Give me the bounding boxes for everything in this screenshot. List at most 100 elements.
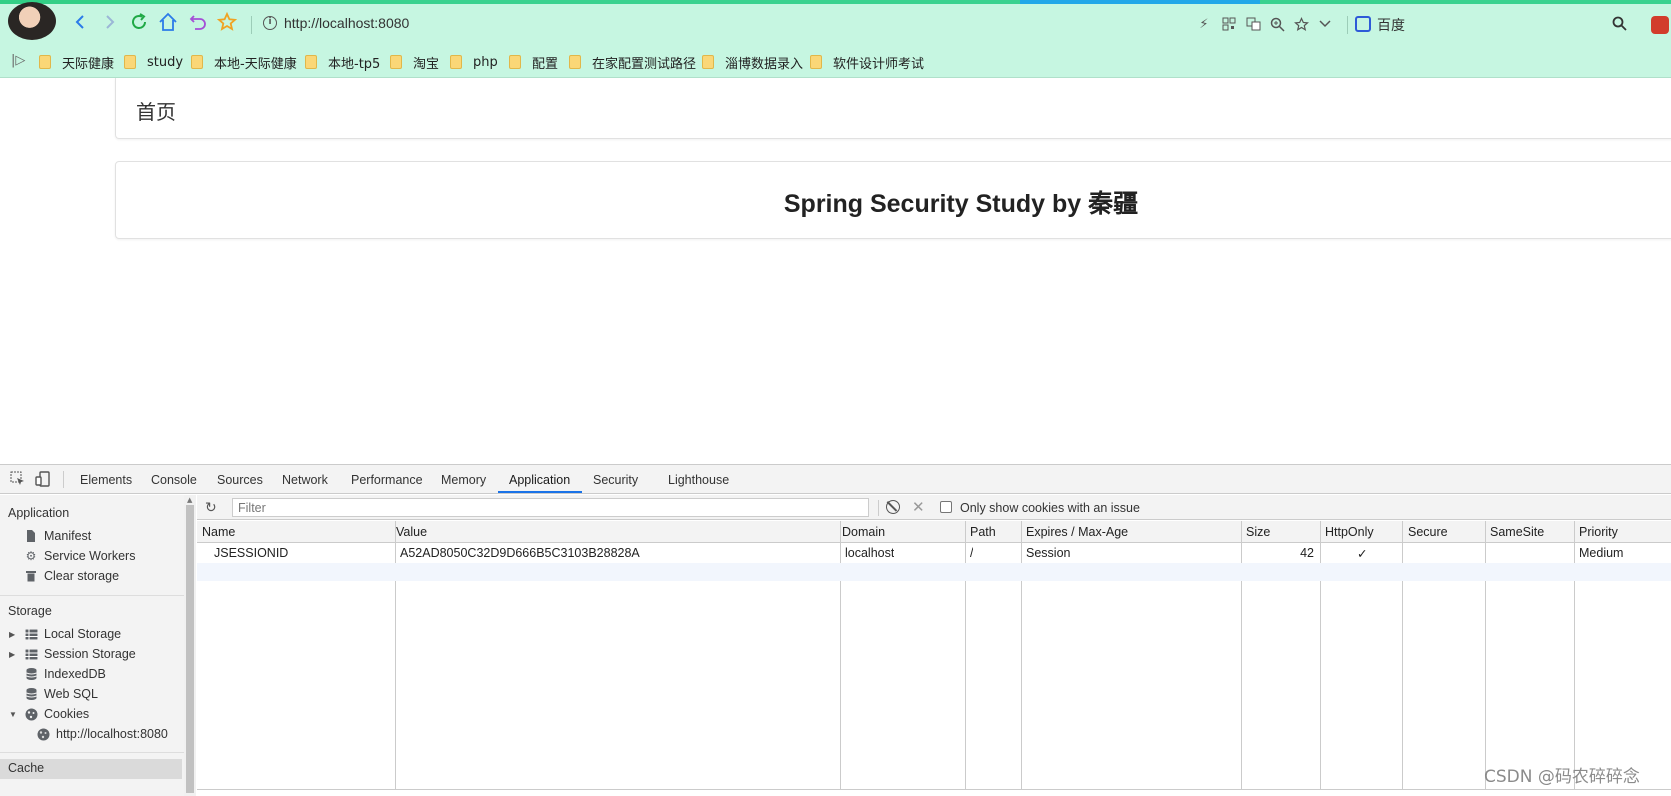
cookie-icon — [24, 707, 38, 721]
column-header-size[interactable]: Size — [1246, 525, 1270, 539]
page-content: 首页 Spring Security Study by 秦疆 — [0, 78, 1671, 464]
cookie-value-cell[interactable]: A52AD8050C32D9D666B5C3103B28828A — [400, 546, 640, 560]
folder-icon — [390, 55, 402, 69]
tab-sources[interactable]: Sources — [217, 473, 263, 487]
only-issues-checkbox[interactable] — [940, 501, 952, 513]
home-header-card: 首页 — [115, 78, 1671, 139]
bookmark-item[interactable]: 本地-天际健康 — [191, 53, 297, 72]
cookie-httponly-cell[interactable]: ✓ — [1357, 546, 1367, 561]
undo-close-icon[interactable] — [187, 11, 209, 33]
search-engine-name[interactable]: 百度 — [1377, 15, 1405, 35]
folder-icon — [305, 55, 317, 69]
home-icon[interactable] — [157, 11, 179, 33]
scrollbar-thumb[interactable] — [186, 505, 194, 793]
cookie-path-cell[interactable]: / — [970, 546, 973, 560]
database-icon — [24, 667, 38, 681]
sidebar-item-service-workers[interactable]: ⚙ Service Workers — [24, 547, 136, 565]
sidebar-item-manifest[interactable]: Manifest — [24, 527, 91, 545]
reload-icon[interactable] — [128, 11, 150, 33]
folder-icon — [124, 55, 136, 69]
bookmark-item[interactable]: 淄博数据录入 — [702, 53, 803, 72]
sidebar-item-indexeddb[interactable]: IndexedDB — [24, 665, 106, 683]
tab-console[interactable]: Console — [151, 473, 197, 487]
sidebar-item-local-storage[interactable]: ▶ Local Storage — [9, 625, 121, 643]
cookie-priority-cell[interactable]: Medium — [1579, 546, 1623, 560]
bookmark-item[interactable]: php — [450, 53, 498, 71]
column-header-priority[interactable]: Priority — [1579, 525, 1618, 539]
sidebar-item-cookies[interactable]: ▼ Cookies — [9, 705, 89, 723]
bookmark-item[interactable]: 在家配置测试路径 — [569, 53, 696, 72]
device-toolbar-icon[interactable] — [35, 471, 51, 487]
user-avatar[interactable] — [8, 2, 56, 40]
bookmark-item[interactable]: 软件设计师考试 — [810, 53, 924, 72]
database-icon — [24, 687, 38, 701]
collapse-arrow-icon[interactable]: ▼ — [9, 710, 17, 719]
cookie-expires-cell[interactable]: Session — [1026, 546, 1070, 560]
toolbar-divider — [63, 471, 64, 488]
chevron-down-icon[interactable] — [1316, 15, 1334, 33]
search-icon[interactable] — [1612, 16, 1627, 34]
watermark-text: CSDN @码农碎碎念 — [1484, 767, 1640, 787]
translate-icon[interactable] — [1244, 15, 1262, 33]
sidebar-scrollbar[interactable]: ▲ — [184, 495, 196, 796]
table-row[interactable]: JSESSIONID A52AD8050C32D9D666B5C3103B288… — [197, 543, 1671, 563]
bookmark-item[interactable]: study — [124, 53, 183, 71]
baidu-icon[interactable] — [1355, 16, 1371, 32]
column-header-value[interactable]: Value — [396, 525, 427, 539]
clear-all-cookies-icon[interactable] — [886, 500, 900, 514]
home-link[interactable]: 首页 — [136, 96, 176, 125]
column-header-samesite[interactable]: SameSite — [1490, 525, 1544, 539]
sidebar-item-cookie-origin[interactable]: http://localhost:8080 — [36, 725, 168, 743]
cookie-table-header: Name Value Domain Path Expires / Max-Age… — [197, 521, 1671, 543]
column-header-name[interactable]: Name — [202, 525, 235, 539]
bookmark-item[interactable]: 配置 — [509, 53, 558, 72]
devtools-panel: Elements Console Sources Network Perform… — [0, 464, 1671, 796]
cookie-filter-input[interactable] — [232, 498, 869, 517]
grid-icon — [24, 647, 38, 661]
expand-arrow-icon[interactable]: ▶ — [9, 630, 15, 639]
column-header-expires[interactable]: Expires / Max-Age — [1026, 525, 1128, 539]
tab-performance[interactable]: Performance — [351, 473, 423, 487]
tab-application[interactable]: Application — [509, 473, 570, 487]
forward-icon[interactable] — [99, 11, 121, 33]
column-header-domain[interactable]: Domain — [842, 525, 885, 539]
inspect-element-icon[interactable] — [10, 471, 26, 487]
column-header-httponly[interactable]: HttpOnly — [1325, 525, 1374, 539]
folder-icon — [702, 55, 714, 69]
folder-icon — [191, 55, 203, 69]
back-icon[interactable] — [69, 11, 91, 33]
cookie-name-cell[interactable]: JSESSIONID — [214, 546, 288, 560]
qr-code-icon[interactable] — [1220, 15, 1238, 33]
bookmark-item[interactable]: 天际健康 — [39, 53, 114, 72]
favorite-star-icon[interactable] — [216, 11, 238, 33]
refresh-icon[interactable]: ↻ — [205, 500, 217, 516]
sidebar-item-clear-storage[interactable]: Clear storage — [24, 567, 119, 585]
address-bar[interactable]: http://localhost:8080 — [284, 15, 409, 31]
folder-icon — [450, 55, 462, 69]
cookie-domain-cell[interactable]: localhost — [845, 546, 894, 560]
column-header-secure[interactable]: Secure — [1408, 525, 1448, 539]
sidebar-toggle-icon[interactable]: |▷ — [11, 53, 25, 68]
folder-icon — [810, 55, 822, 69]
bookmark-item[interactable]: 淘宝 — [390, 53, 439, 72]
zoom-icon[interactable] — [1268, 15, 1286, 33]
tab-elements[interactable]: Elements — [80, 473, 132, 487]
bookmark-item[interactable]: 本地-tp5 — [305, 53, 380, 72]
application-sidebar: Application Manifest ⚙ Service Workers Cl… — [0, 495, 185, 796]
scroll-up-icon[interactable]: ▲ — [187, 496, 192, 504]
expand-arrow-icon[interactable]: ▶ — [9, 650, 15, 659]
delete-selected-icon[interactable]: ✕ — [912, 498, 925, 516]
sidebar-item-session-storage[interactable]: ▶ Session Storage — [9, 645, 136, 663]
document-icon — [24, 529, 38, 543]
tab-security[interactable]: Security — [593, 473, 638, 487]
tab-memory[interactable]: Memory — [441, 473, 486, 487]
tab-lighthouse[interactable]: Lighthouse — [668, 473, 729, 487]
extension-icon[interactable] — [1651, 16, 1669, 34]
cookie-size-cell[interactable]: 42 — [1246, 546, 1314, 560]
lightning-icon[interactable]: ⚡ — [1195, 15, 1213, 33]
bookmark-star-icon[interactable] — [1292, 15, 1310, 33]
site-info-icon[interactable]: i — [263, 16, 277, 30]
tab-network[interactable]: Network — [282, 473, 328, 487]
sidebar-item-web-sql[interactable]: Web SQL — [24, 685, 98, 703]
column-header-path[interactable]: Path — [970, 525, 996, 539]
